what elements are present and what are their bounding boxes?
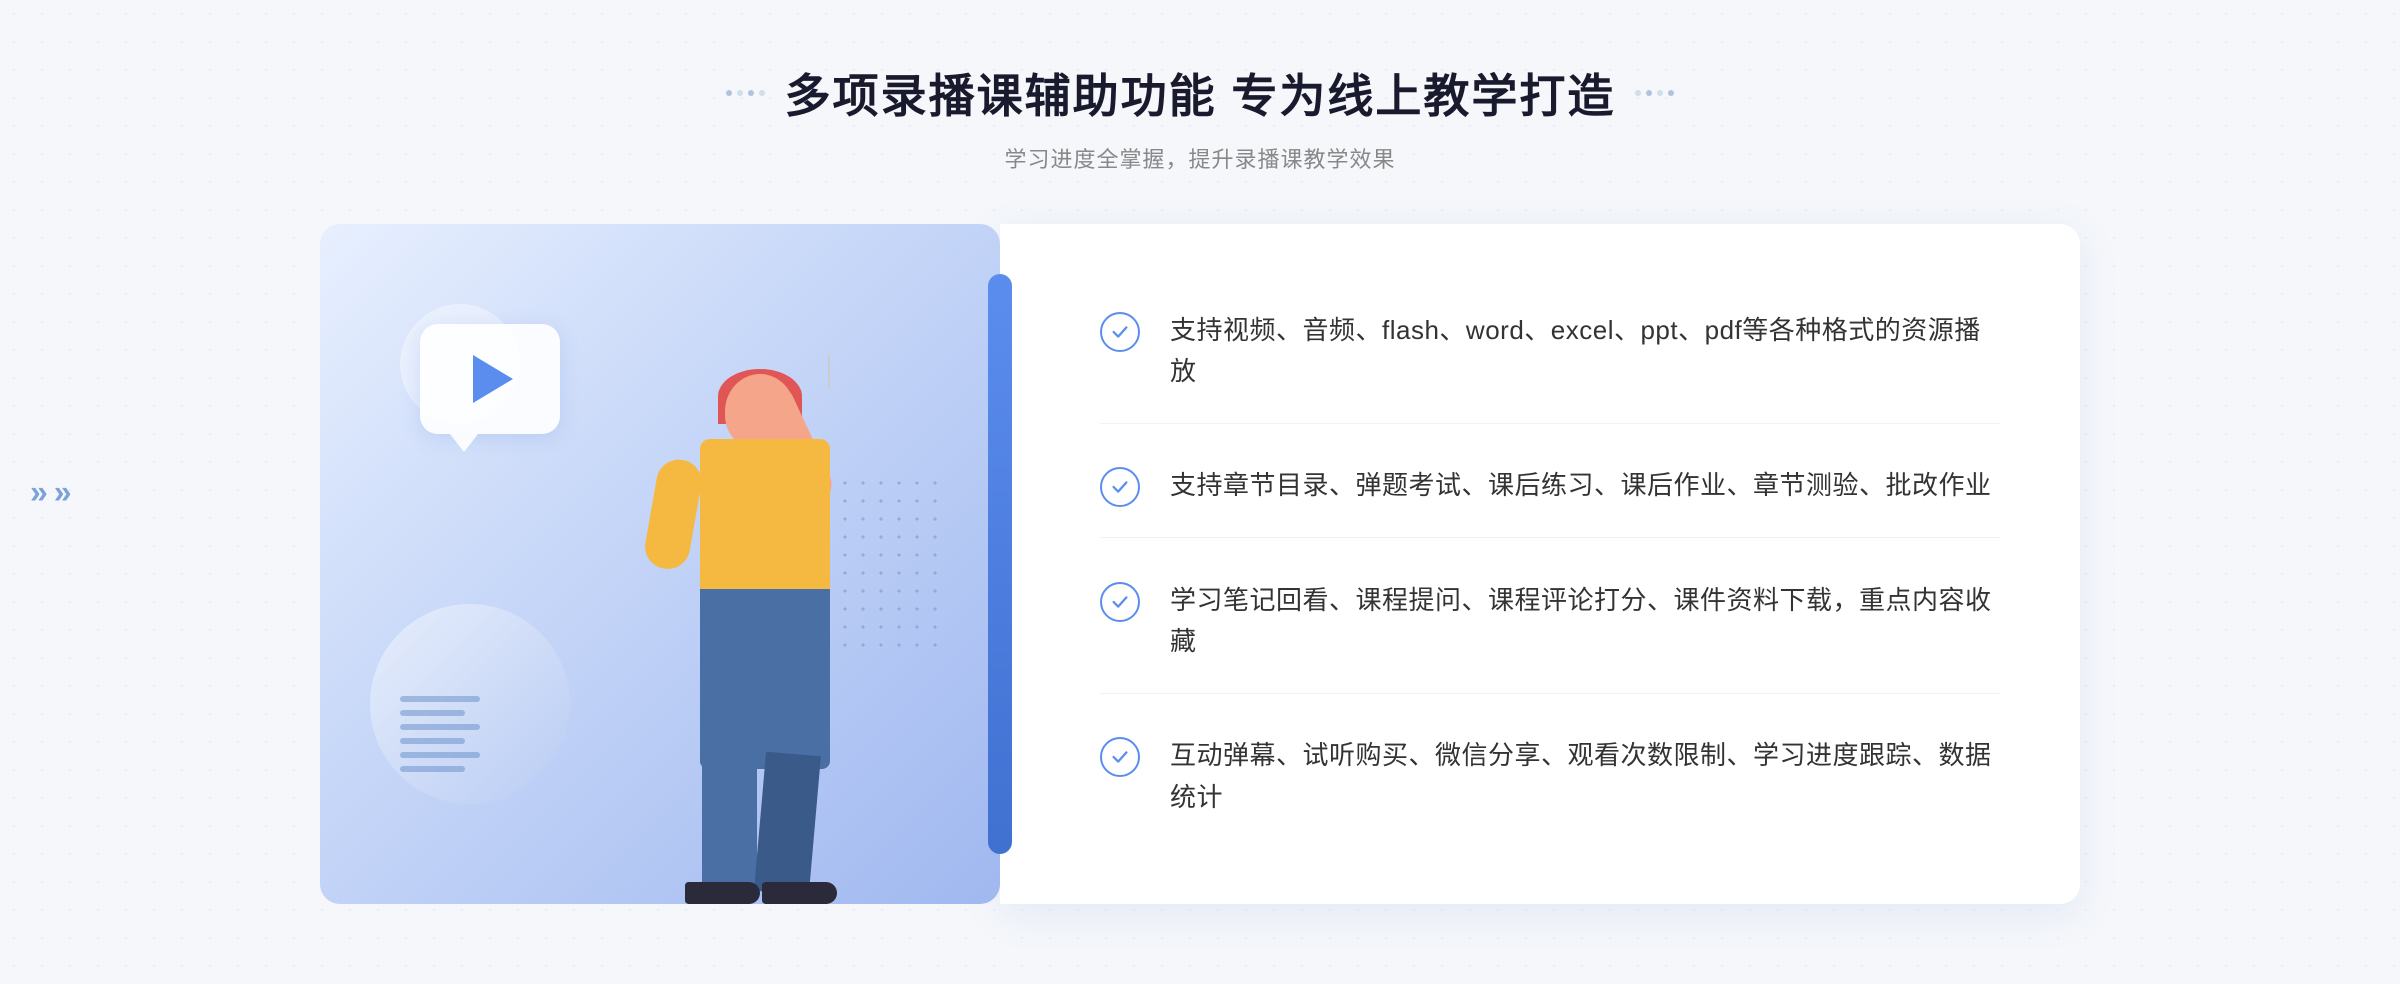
- feature-item-4: 互动弹幕、试听购买、微信分享、观看次数限制、学习进度跟踪、数据统计: [1100, 705, 2000, 848]
- figure-arm-down: [642, 456, 705, 572]
- content-wrapper: 支持视频、音频、flash、word、excel、ppt、pdf等各种格式的资源…: [320, 224, 2080, 904]
- figure-leg-left: [702, 754, 757, 894]
- feature-item-1: 支持视频、音频、flash、word、excel、ppt、pdf等各种格式的资源…: [1100, 280, 2000, 424]
- deco-lines: [400, 684, 480, 784]
- check-icon-3: [1100, 582, 1140, 622]
- human-figure: [570, 354, 870, 904]
- figure-leg-right: [754, 752, 821, 896]
- deco-line-6: [400, 766, 465, 772]
- figure-shoe-left: [685, 882, 760, 904]
- deco-line-5: [400, 752, 480, 758]
- play-icon: [473, 355, 513, 403]
- title-decorator-left: [726, 90, 765, 96]
- header-section: 多项录播课辅助功能 专为线上教学打造 学习进度全掌握，提升录播课教学效果: [726, 60, 1675, 174]
- features-panel: 支持视频、音频、flash、word、excel、ppt、pdf等各种格式的资源…: [1000, 224, 2080, 904]
- feature-text-2: 支持章节目录、弹题考试、课后练习、课后作业、章节测验、批改作业: [1170, 465, 1992, 507]
- page-title: 多项录播课辅助功能 专为线上教学打造: [785, 60, 1616, 126]
- deco-line-1: [400, 696, 480, 702]
- feature-item-2: 支持章节目录、弹题考试、课后练习、课后作业、章节测验、批改作业: [1100, 435, 2000, 538]
- illustration-panel: [320, 224, 1000, 904]
- deco-line-2: [400, 710, 465, 716]
- figure-pants: [700, 589, 830, 769]
- feature-item-3: 学习笔记回看、课程提问、课程评论打分、课件资料下载，重点内容收藏: [1100, 550, 2000, 694]
- chevron-icon: »: [30, 474, 48, 511]
- left-chevron-decoration: » »: [30, 474, 72, 511]
- figure-body: [700, 439, 830, 599]
- chevron-icon-2: »: [54, 474, 72, 511]
- play-bubble: [420, 324, 560, 434]
- feature-text-3: 学习笔记回看、课程提问、课程评论打分、课件资料下载，重点内容收藏: [1170, 580, 2000, 663]
- check-icon-4: [1100, 737, 1140, 777]
- check-icon-2: [1100, 467, 1140, 507]
- deco-line-3: [400, 724, 480, 730]
- page-subtitle: 学习进度全掌握，提升录播课教学效果: [726, 142, 1675, 174]
- figure-shoe-right: [762, 882, 837, 904]
- title-decorator-right: [1635, 90, 1674, 96]
- feature-text-4: 互动弹幕、试听购买、微信分享、观看次数限制、学习进度跟踪、数据统计: [1170, 735, 2000, 818]
- check-icon-1: [1100, 312, 1140, 352]
- title-wrapper: 多项录播课辅助功能 专为线上教学打造: [726, 60, 1675, 126]
- page-container: » » 多项录播课辅助功能 专为线上教学打造 学习进度全掌握，提升录播课教学效果: [0, 0, 2400, 984]
- deco-line-4: [400, 738, 465, 744]
- feature-text-1: 支持视频、音频、flash、word、excel、ppt、pdf等各种格式的资源…: [1170, 310, 2000, 393]
- figure-string: [828, 354, 830, 389]
